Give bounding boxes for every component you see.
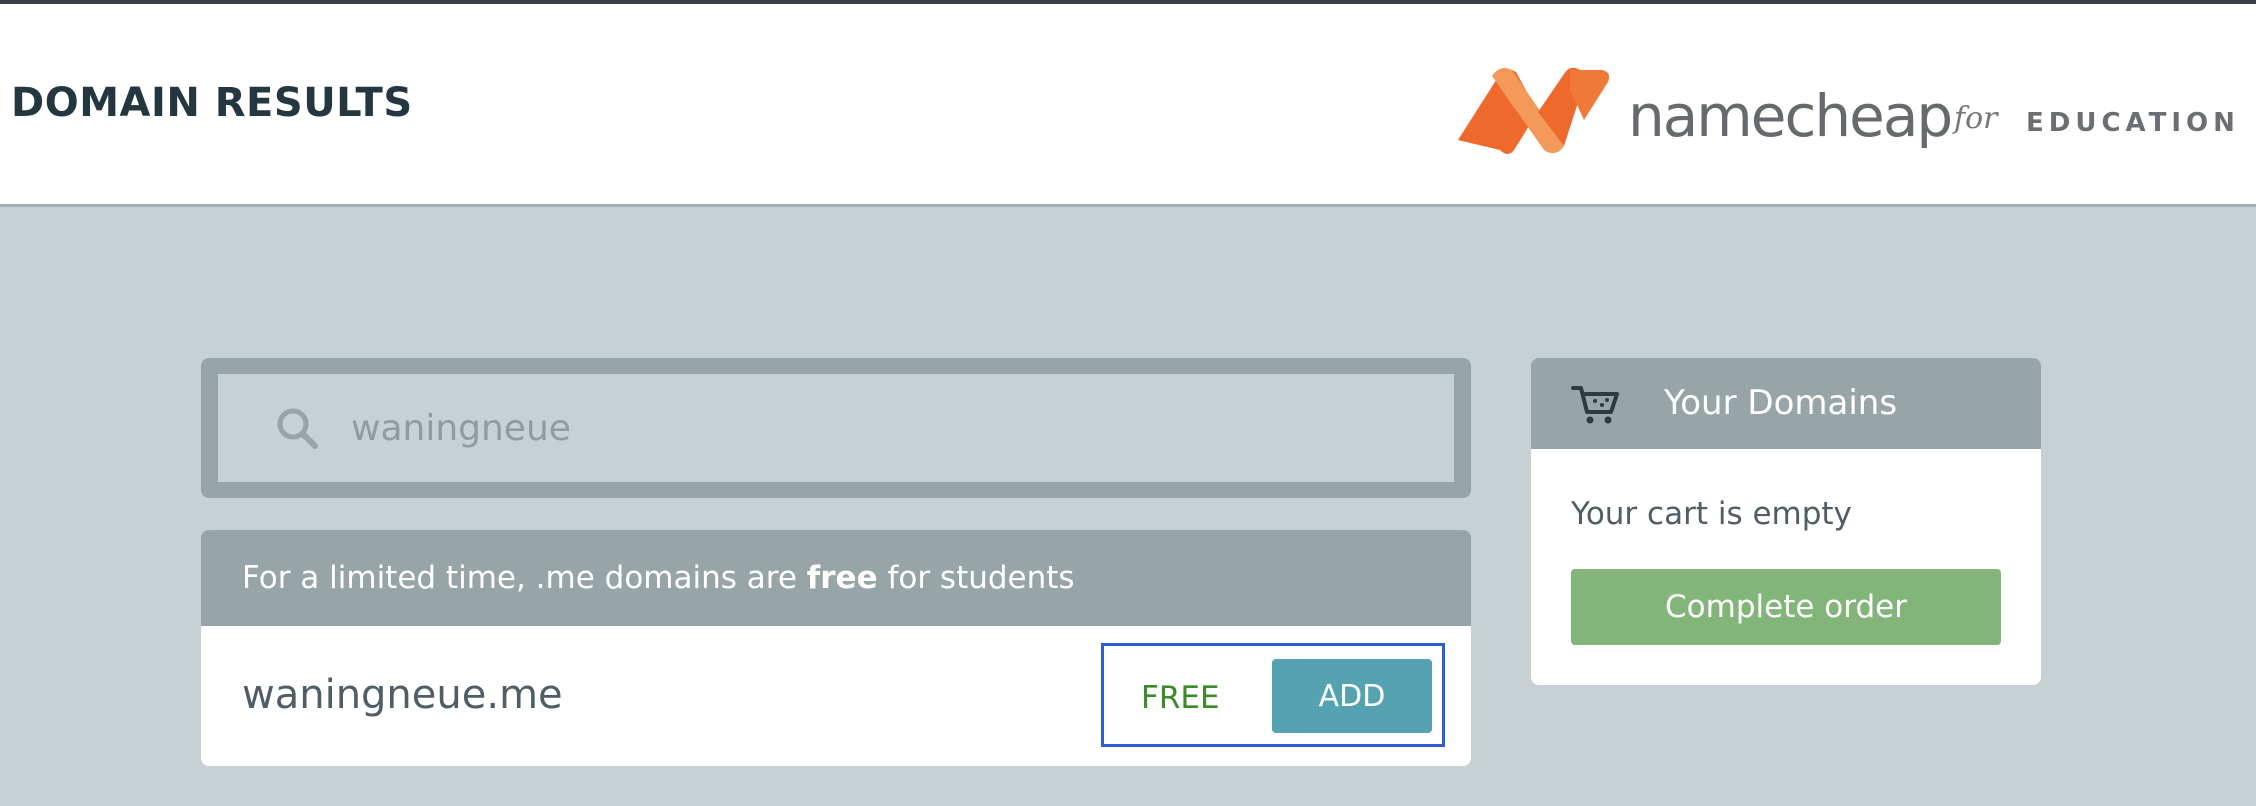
cart-header: Your Domains <box>1531 358 2041 449</box>
page-header: DOMAIN RESULTS namecheap for EDUCATION <box>0 4 2256 207</box>
domain-name: waningneue.me <box>242 672 563 718</box>
cart-empty-message: Your cart is empty <box>1571 496 1852 532</box>
result-action-box: FREE ADD <box>1101 643 1445 747</box>
logo-education-text: EDUCATION <box>2026 108 2240 138</box>
search-panel <box>201 358 1471 498</box>
cart-panel: Your Domains Your cart is empty Complete… <box>1531 358 2041 685</box>
complete-order-button[interactable]: Complete order <box>1571 569 2001 645</box>
logo-for-text: for <box>1954 101 1998 136</box>
promo-text-suffix: for students <box>877 560 1075 596</box>
promo-text-bold: free <box>806 560 878 596</box>
search-box[interactable] <box>218 374 1454 482</box>
cart-icon <box>1571 386 1619 424</box>
page-title: DOMAIN RESULTS <box>11 80 413 126</box>
result-row: waningneue.me FREE ADD <box>201 626 1471 766</box>
domain-results: For a limited time, .me domains are free… <box>201 530 1471 766</box>
logo-wordmark: namecheap <box>1628 82 1953 150</box>
cart-title: Your Domains <box>1664 383 1898 423</box>
domain-price: FREE <box>1141 680 1220 716</box>
promo-text-prefix: For a limited time, .me domains are <box>242 560 807 596</box>
add-domain-button[interactable]: ADD <box>1272 659 1432 733</box>
search-icon <box>277 408 318 449</box>
namecheap-logo-icon <box>1458 67 1610 154</box>
promo-banner: For a limited time, .me domains are free… <box>201 530 1471 626</box>
namecheap-education-logo[interactable]: namecheap for EDUCATION <box>1452 60 2242 160</box>
search-input[interactable] <box>351 392 1431 464</box>
cart-body: Your cart is empty Complete order <box>1531 449 2041 685</box>
